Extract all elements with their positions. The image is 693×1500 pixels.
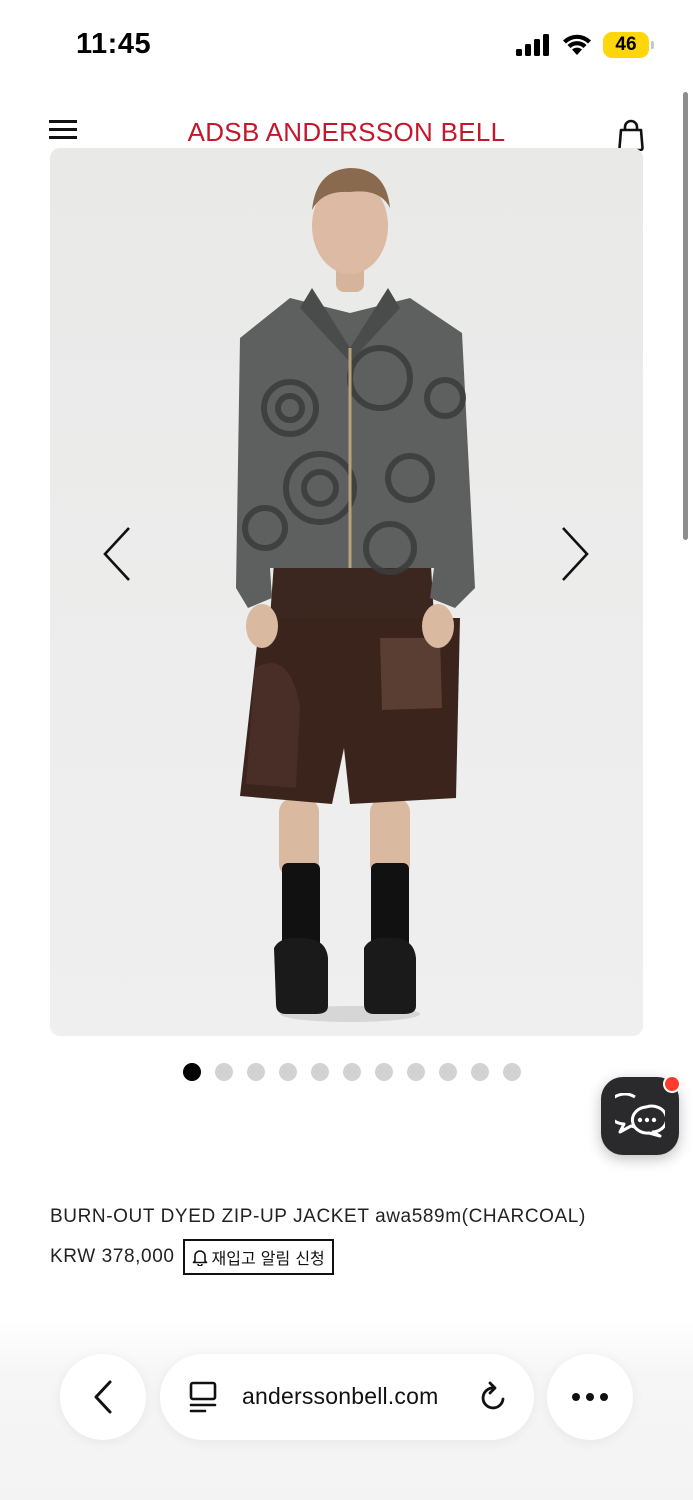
back-chevron-icon (94, 1380, 112, 1414)
battery-indicator: 46 (603, 32, 654, 58)
pagination-dot[interactable] (246, 1063, 265, 1081)
browser-toolbar: anderssonbell.com (0, 1320, 693, 1500)
restock-alert-button[interactable]: 재입고 알림 신청 (182, 1239, 334, 1275)
chevron-left-icon[interactable] (97, 524, 137, 584)
gallery-pagination (0, 1063, 693, 1081)
bell-icon (192, 1250, 207, 1266)
browser-back-button[interactable] (60, 1354, 146, 1440)
chat-notification-badge (663, 1075, 681, 1093)
url-text: anderssonbell.com (242, 1383, 439, 1409)
pagination-dot[interactable] (278, 1063, 297, 1081)
page-scrollbar[interactable] (683, 92, 688, 540)
pagination-dot[interactable] (310, 1063, 329, 1081)
shopping-bag-icon[interactable] (617, 119, 645, 151)
chevron-right-icon[interactable] (555, 524, 595, 584)
pagination-dot[interactable] (182, 1063, 201, 1081)
status-bar: 11:45 46 (0, 0, 693, 92)
pagination-dot[interactable] (470, 1063, 489, 1081)
status-time: 11:45 (76, 28, 152, 60)
pagination-dot[interactable] (406, 1063, 425, 1081)
chat-button[interactable] (601, 1075, 681, 1155)
pagination-dot[interactable] (502, 1063, 521, 1081)
pagination-dot[interactable] (374, 1063, 393, 1081)
pagination-dot[interactable] (342, 1063, 361, 1081)
price-row: KRW 378,000 재입고 알림 신청 (50, 1239, 334, 1275)
browser-more-button[interactable] (547, 1354, 633, 1440)
pagination-dot[interactable] (438, 1063, 457, 1081)
brand-logo[interactable]: ADSB ANDERSSON BELL (0, 117, 693, 148)
pagination-dot[interactable] (214, 1063, 233, 1081)
product-name: BURN-OUT DYED ZIP-UP JACKET awa589m(CHAR… (50, 1206, 586, 1227)
status-icons: 46 (515, 32, 654, 58)
chat-bubbles-icon (615, 1093, 665, 1138)
more-dots-icon (572, 1393, 608, 1401)
cellular-signal-icon (516, 34, 549, 56)
model-photo (236, 168, 475, 1022)
address-bar[interactable]: anderssonbell.com (160, 1354, 534, 1440)
reload-icon[interactable] (478, 1380, 510, 1414)
product-image[interactable] (50, 148, 643, 1036)
product-price: KRW 378,000 (50, 1246, 175, 1267)
tabs-icon[interactable] (188, 1381, 218, 1413)
restock-alert-label: 재입고 알림 신청 (211, 1249, 325, 1268)
wifi-icon (563, 34, 591, 55)
